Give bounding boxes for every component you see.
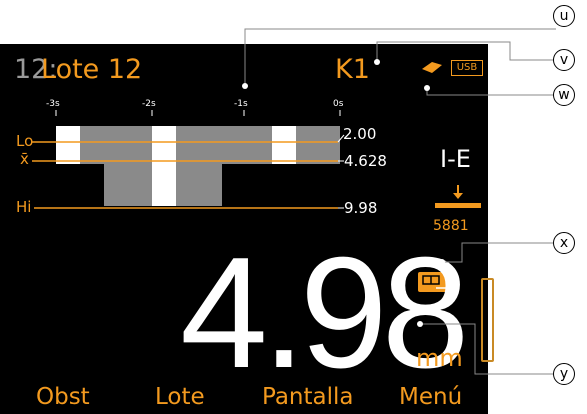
callout-w: w <box>553 84 575 106</box>
callout-x: x <box>553 232 575 254</box>
callout-v: v <box>553 49 575 71</box>
callout-leaders <box>242 28 556 375</box>
callout-y: y <box>553 363 575 385</box>
callout-u: u <box>553 5 575 27</box>
